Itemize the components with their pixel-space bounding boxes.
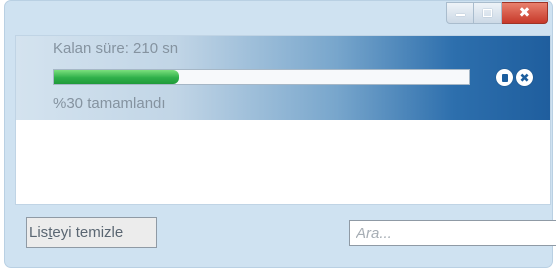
- downloads-list: Kalan süre: 210 sn %30 tamamlandı ✖: [15, 35, 551, 205]
- title-bar: ✖: [5, 1, 552, 34]
- minimize-icon: [455, 14, 465, 16]
- downloads-window: ✖ Kalan süre: 210 sn %30 tamamlandı ✖ Li…: [4, 0, 556, 268]
- close-icon: ✖: [518, 5, 531, 21]
- search-input[interactable]: [349, 220, 556, 246]
- cancel-download-button[interactable]: ✖: [516, 69, 533, 86]
- progress-fill: [54, 70, 179, 84]
- remaining-time: Kalan süre: 210 sn: [53, 40, 179, 57]
- close-button[interactable]: ✖: [502, 2, 548, 24]
- pause-icon: [501, 73, 508, 82]
- progress-bar: [53, 69, 470, 85]
- pause-button[interactable]: [496, 69, 513, 86]
- cancel-icon: ✖: [519, 70, 530, 85]
- maximize-button[interactable]: [474, 2, 502, 24]
- download-item[interactable]: Kalan süre: 210 sn %30 tamamlandı ✖: [16, 36, 550, 120]
- clear-label-post: eyi temizle: [52, 224, 124, 241]
- minimize-button[interactable]: [446, 2, 474, 24]
- percent-complete: %30 tamamlandı: [53, 95, 166, 112]
- maximize-icon: [483, 9, 492, 17]
- clear-label-pre: Lis: [29, 224, 49, 241]
- clear-list-button[interactable]: Listeyi temizle: [26, 217, 157, 248]
- window-controls: ✖: [446, 2, 548, 24]
